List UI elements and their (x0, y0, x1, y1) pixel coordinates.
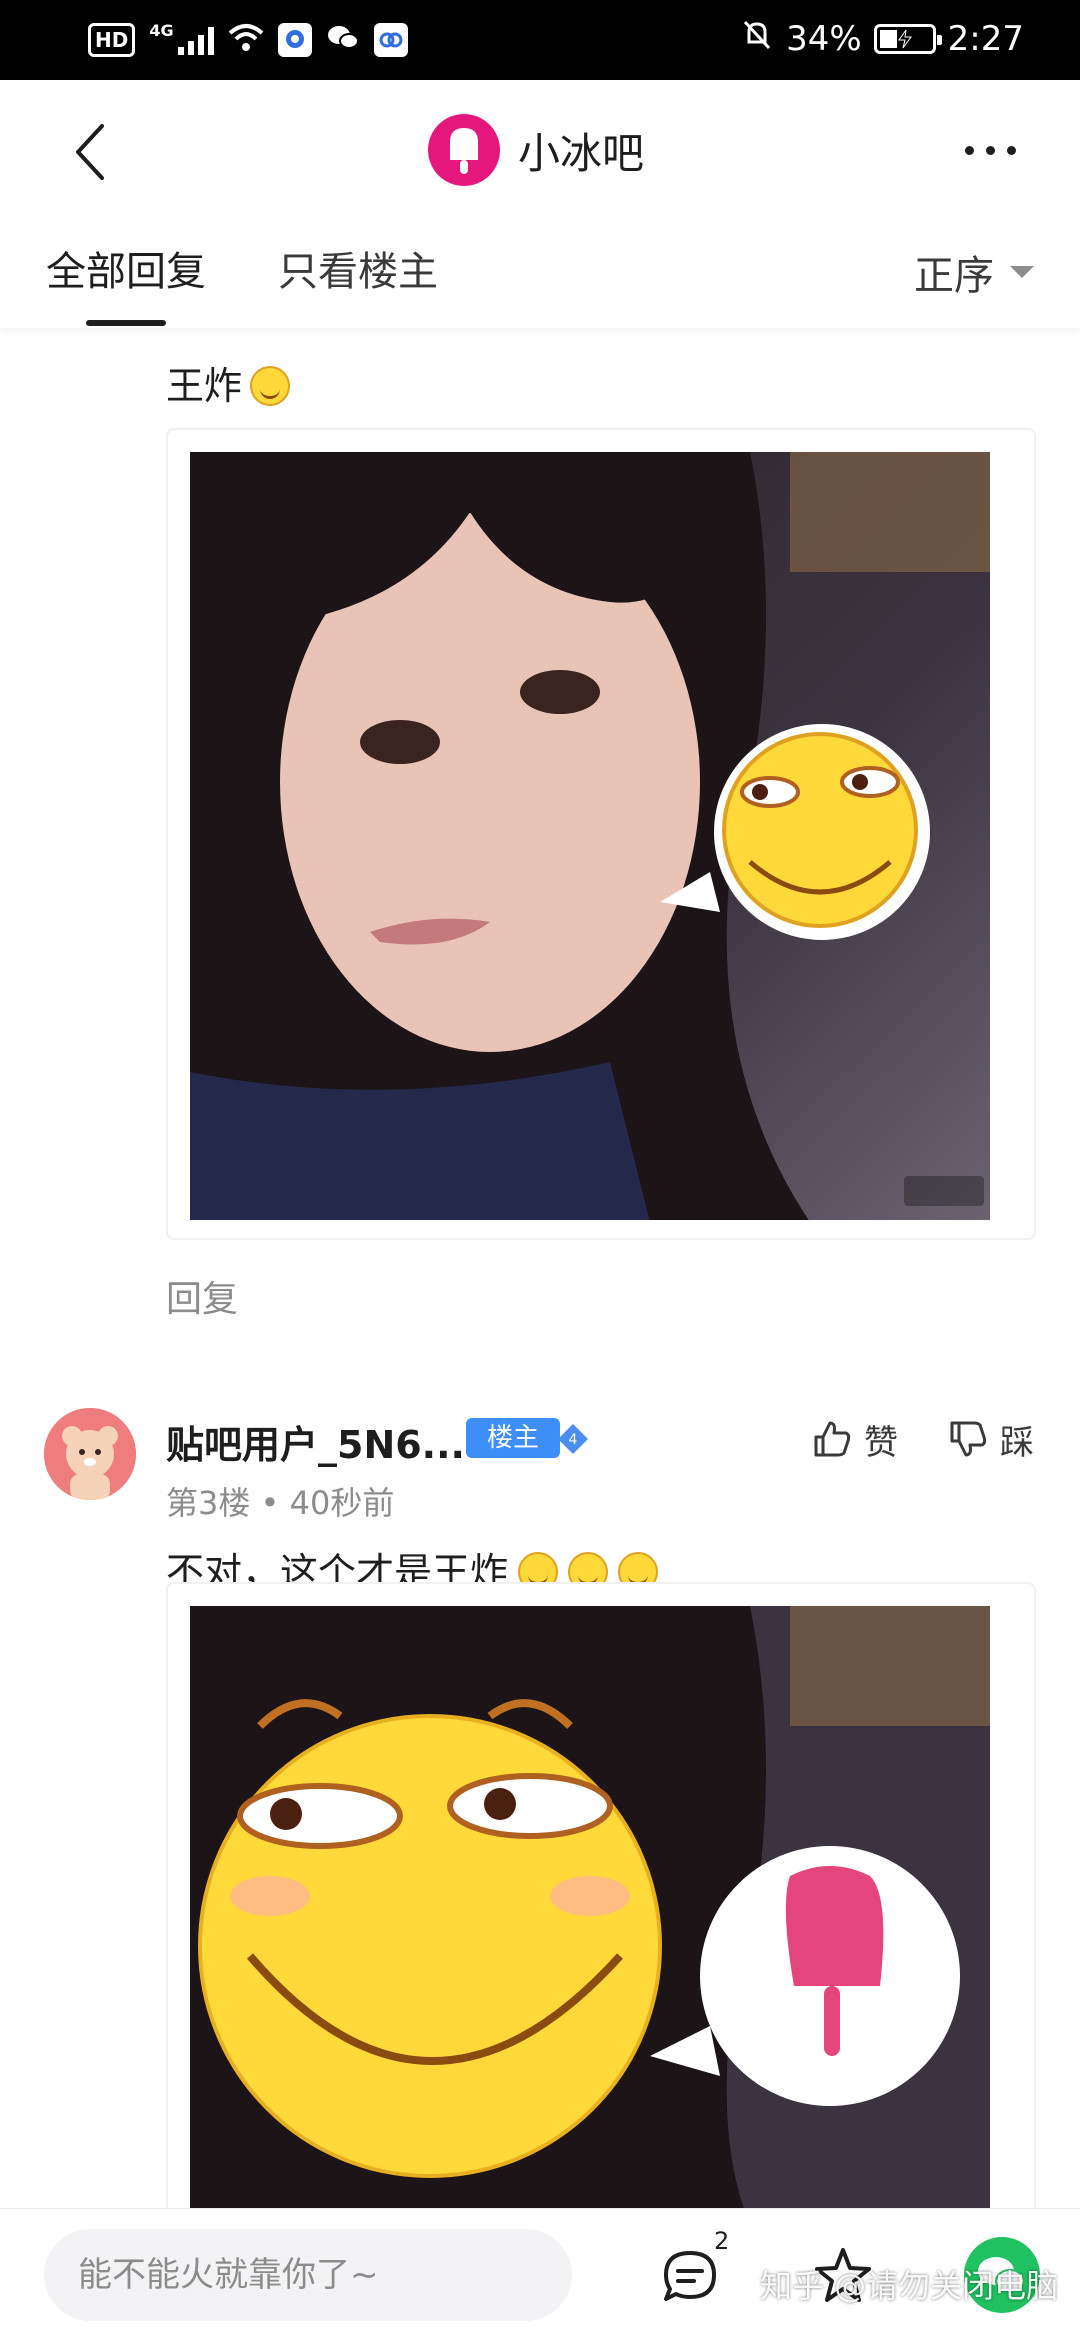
more-options-button[interactable] (950, 120, 1030, 180)
dislike-label: 踩 (1000, 1422, 1034, 1463)
like-button[interactable]: 赞 (812, 1414, 898, 1464)
wechat-status-icon (326, 23, 360, 57)
portrait-with-emoji-image (190, 452, 990, 1220)
thumbs-down-icon (950, 1421, 987, 1457)
page-title: 小冰吧 (518, 128, 645, 178)
caret-down-icon (1010, 266, 1034, 278)
avatar[interactable] (44, 1408, 136, 1500)
reply-image-card[interactable] (166, 1582, 1036, 2208)
status-bar-right: 34% 2:27 (740, 14, 1024, 64)
reply-button[interactable]: 回复 (166, 1270, 238, 1322)
network-type: 4G (149, 20, 174, 40)
signal-icon (177, 25, 214, 55)
forum-logo-icon (428, 114, 500, 186)
mute-icon (740, 18, 774, 61)
app-notification-icon (373, 23, 408, 57)
reply-image-card[interactable] (166, 428, 1036, 1240)
chevron-left-icon (76, 124, 104, 180)
meta-separator: • (260, 1484, 290, 1522)
svg-text:4: 4 (569, 1432, 578, 1448)
owner-badge: 楼主 (466, 1418, 560, 1458)
bear-avatar-icon (44, 1408, 136, 1500)
reply-text-content: 王炸 (166, 364, 243, 408)
reply-image (190, 1606, 990, 2208)
reply-list[interactable]: 王炸 回复 贴吧用户_5N6... 楼主 4 第3楼 • 40秒前 赞 踩 不对… (0, 328, 1080, 2208)
status-bar-left: HD 4G (88, 18, 408, 62)
emoji-face-with-popsicle-image (190, 1606, 990, 2208)
comment-button[interactable] (660, 2247, 720, 2307)
level-diamond-icon: 4 (556, 1422, 590, 1456)
reply-image (190, 452, 990, 1220)
reply-input[interactable]: 能不能火就靠你了~ (44, 2229, 572, 2321)
post-time: 40秒前 (289, 1484, 395, 1522)
baidu-app-icon (277, 23, 312, 57)
thumbs-up-icon (814, 1421, 851, 1457)
dislike-button[interactable]: 踩 (948, 1414, 1034, 1464)
nav-header: 小冰吧 (0, 80, 1080, 220)
smirk-emoji-icon (250, 366, 291, 406)
sort-order-label: 正序 (914, 253, 994, 299)
back-button[interactable] (60, 112, 120, 192)
hd-indicator: HD (88, 23, 136, 57)
comment-count: 2 (714, 2227, 730, 2255)
floor-meta: 第3楼 • 40秒前 (166, 1478, 394, 1524)
status-bar: HD 4G 34% 2:27 (0, 0, 1080, 80)
more-dot-icon (964, 145, 974, 155)
tab-all-replies[interactable]: 全部回复 (46, 242, 206, 302)
clock: 2:27 (947, 19, 1024, 59)
battery-percent: 34% (786, 19, 862, 59)
reply-text: 王炸 (166, 358, 291, 414)
forum-title-group[interactable]: 小冰吧 (428, 110, 644, 190)
wifi-icon (228, 23, 264, 57)
floor-number: 第3楼 (166, 1484, 251, 1522)
comment-icon (664, 2251, 716, 2301)
battery-level-fill (879, 30, 897, 48)
bottom-action-bar: 能不能火就靠你了~ 2 知乎 @请勿关闭电脑 (0, 2208, 1080, 2340)
active-tab-indicator (86, 320, 166, 326)
battery-icon (873, 24, 942, 54)
watermark: 知乎 @请勿关闭电脑 (760, 2267, 1059, 2305)
sort-order-dropdown[interactable]: 正序 (914, 242, 1034, 302)
reply-filter-tabs: 全部回复 只看楼主 正序 (0, 220, 1080, 328)
more-dot-icon (1006, 145, 1016, 155)
tab-owner-only[interactable]: 只看楼主 (278, 242, 438, 302)
more-dot-icon (985, 145, 995, 155)
username[interactable]: 贴吧用户_5N6... (166, 1414, 465, 1469)
like-label: 赞 (864, 1422, 898, 1463)
